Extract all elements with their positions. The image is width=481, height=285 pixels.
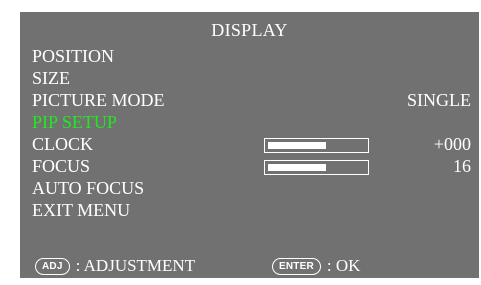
menu-item-position[interactable]: POSITION: [32, 46, 114, 66]
ok-hint-label: : OK: [326, 256, 361, 275]
menu-item-focus[interactable]: FOCUS: [32, 156, 90, 176]
clock-slider[interactable]: [264, 138, 369, 153]
ok-hint: ENTER : OK: [272, 256, 360, 276]
menu-item-pip-setup[interactable]: PIP SETUP: [32, 112, 117, 132]
adjustment-hint-label: : ADJUSTMENT: [75, 256, 196, 275]
picture-mode-value: SINGLE: [407, 90, 471, 110]
clock-value: +000: [433, 134, 471, 154]
focus-slider-fill: [268, 164, 326, 171]
menu-item-clock[interactable]: CLOCK: [32, 134, 93, 154]
adjustment-hint: ADJ : ADJUSTMENT: [35, 256, 195, 276]
menu-item-size[interactable]: SIZE: [32, 68, 70, 88]
adj-key-icon: ADJ: [35, 257, 70, 275]
clock-slider-fill: [268, 142, 326, 149]
focus-slider[interactable]: [264, 160, 369, 175]
menu-item-auto-focus[interactable]: AUTO FOCUS: [32, 178, 144, 198]
menu-item-exit-menu[interactable]: EXIT MENU: [32, 200, 130, 220]
focus-value: 16: [453, 156, 471, 176]
osd-display-menu: DISPLAY POSITION SIZE PICTURE MODE SINGL…: [20, 12, 479, 278]
menu-title: DISPLAY: [211, 20, 288, 40]
menu-item-picture-mode[interactable]: PICTURE MODE: [32, 90, 165, 110]
enter-key-icon: ENTER: [272, 257, 321, 275]
